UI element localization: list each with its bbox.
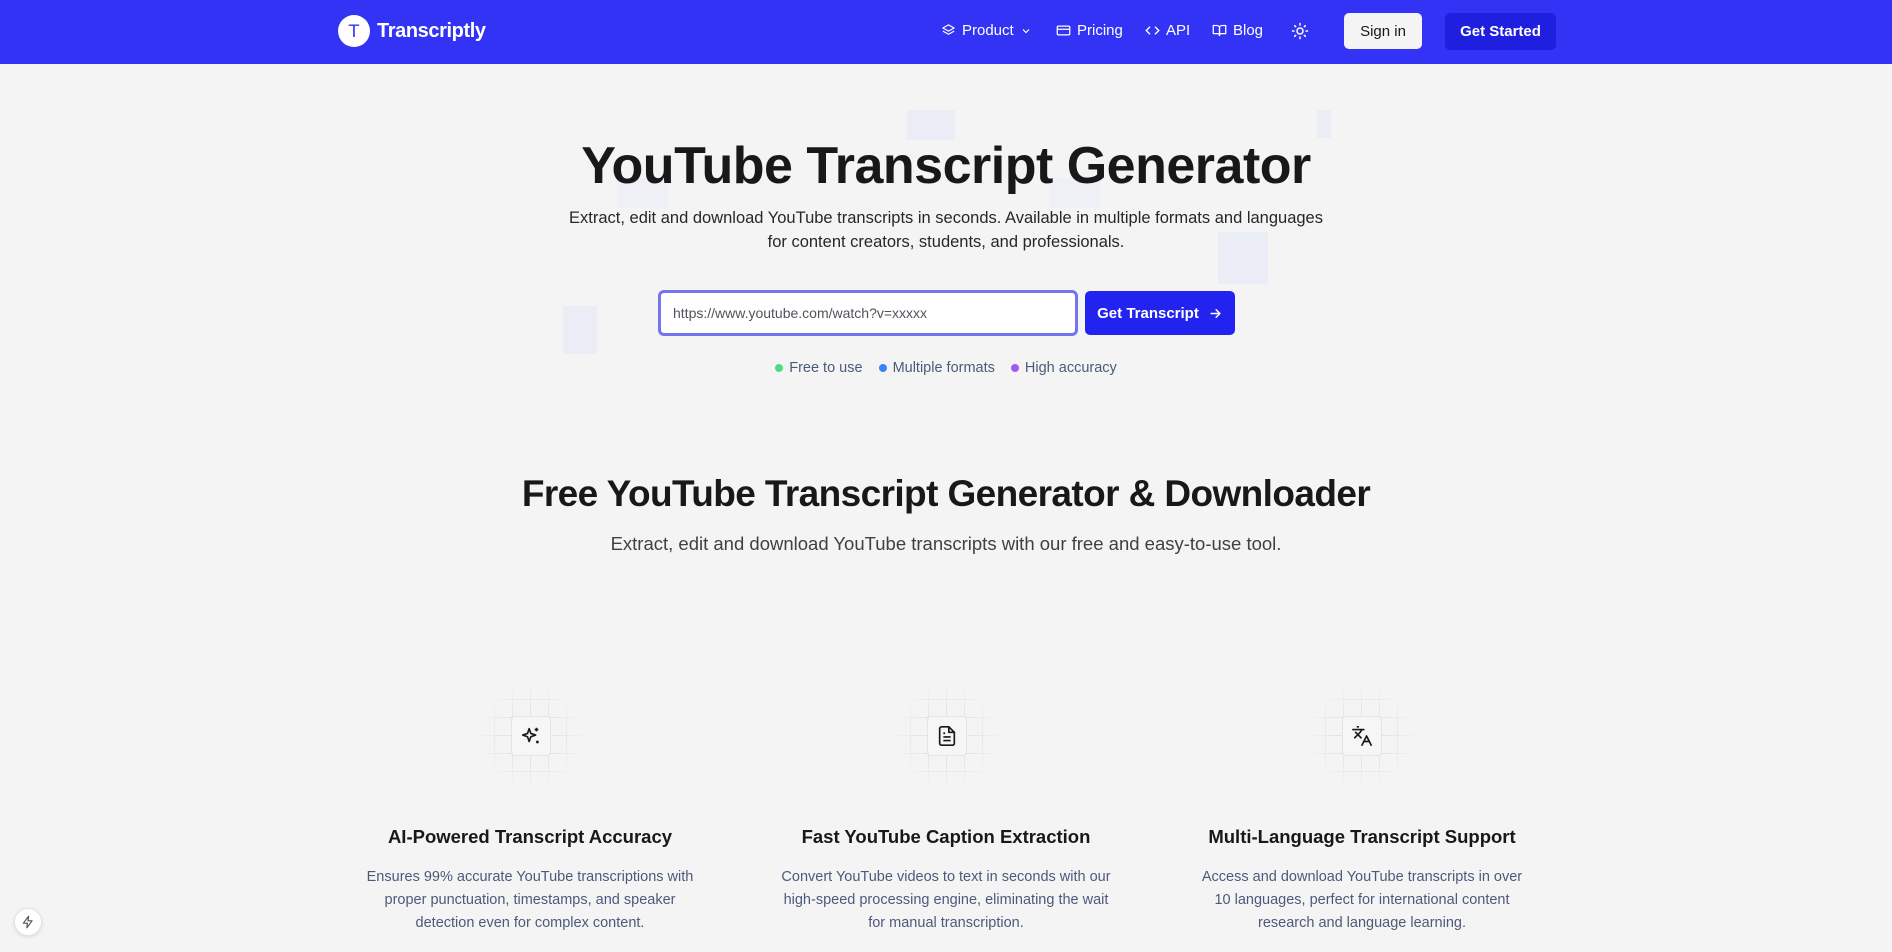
hero-badges: Free to use Multiple formats High accura…	[0, 360, 1892, 376]
hero-subtitle: Extract, edit and download YouTube trans…	[569, 209, 1323, 251]
sun-icon	[1291, 22, 1309, 40]
nav-blog-label: Blog	[1233, 22, 1264, 39]
chevron-down-icon	[1022, 28, 1030, 33]
document-icon	[938, 726, 956, 746]
sign-in-button[interactable]: Sign in	[1344, 13, 1422, 49]
get-transcript-button[interactable]: Get Transcript	[1085, 291, 1235, 335]
youtube-url-input[interactable]	[658, 290, 1078, 336]
badge-label: High accuracy	[1024, 360, 1117, 376]
section-subtitle: Extract, edit and download YouTube trans…	[610, 533, 1282, 554]
green-dot-icon	[775, 364, 784, 372]
card-description: Access and download YouTube transcripts …	[1201, 869, 1523, 931]
translate-icon	[1352, 726, 1372, 746]
section-title: Free YouTube Transcript Generator & Down…	[521, 473, 1371, 514]
decorative-square	[563, 306, 597, 354]
top-navbar: T Transcriptly Product Pricing API Blog …	[0, 0, 1892, 64]
badge-accuracy: High accuracy	[1010, 360, 1117, 376]
lightning-icon	[22, 915, 33, 929]
badge-label: Free to use	[789, 360, 863, 376]
floating-action-button[interactable]	[14, 908, 42, 936]
logo-t-icon: T	[339, 16, 369, 46]
card-title: Fast YouTube Caption Extraction	[801, 826, 1091, 847]
purple-dot-icon	[1010, 364, 1019, 372]
brand-link[interactable]: T Transcriptly	[338, 15, 486, 47]
badge-free: Free to use	[775, 360, 863, 376]
badge-label: Multiple formats	[892, 360, 995, 376]
sparkles-icon	[521, 727, 539, 744]
nav-api-label: API	[1166, 22, 1191, 39]
brand-name: Transcriptly	[377, 19, 486, 42]
card-icon-wrapper	[511, 716, 551, 756]
decorative-square	[1317, 110, 1331, 138]
nav-api-link[interactable]: API	[1145, 22, 1190, 39]
get-started-button[interactable]: Get Started	[1445, 13, 1556, 50]
hero-title: YouTube Transcript Generator	[581, 137, 1311, 195]
card-description: Convert YouTube videos to text in second…	[781, 869, 1111, 931]
book-open-icon	[1212, 24, 1227, 37]
nav-product-dropdown[interactable]: Product	[941, 22, 1032, 39]
arrow-right-icon	[1210, 308, 1221, 318]
card-icon-wrapper	[1342, 716, 1382, 756]
card-description: Ensures 99% accurate YouTube transcripti…	[366, 869, 694, 931]
card-title: Multi-Language Transcript Support	[1208, 826, 1516, 847]
theme-toggle-button[interactable]	[1291, 22, 1309, 45]
card-icon-wrapper	[927, 716, 967, 756]
credit-card-icon	[1056, 25, 1071, 36]
code-icon	[1145, 26, 1160, 35]
nav-pricing-label: Pricing	[1077, 22, 1123, 39]
card-title: AI-Powered Transcript Accuracy	[387, 826, 673, 847]
blue-dot-icon	[878, 364, 887, 372]
nav-product-label: Product	[962, 22, 1014, 39]
badge-formats: Multiple formats	[878, 360, 995, 376]
nav-pricing-link[interactable]: Pricing	[1056, 22, 1123, 39]
get-transcript-label: Get Transcript	[1097, 304, 1199, 322]
nav-blog-link[interactable]: Blog	[1212, 22, 1263, 39]
layers-icon	[942, 24, 955, 35]
svg-text:T: T	[348, 22, 360, 42]
brand-logo: T	[338, 15, 370, 47]
